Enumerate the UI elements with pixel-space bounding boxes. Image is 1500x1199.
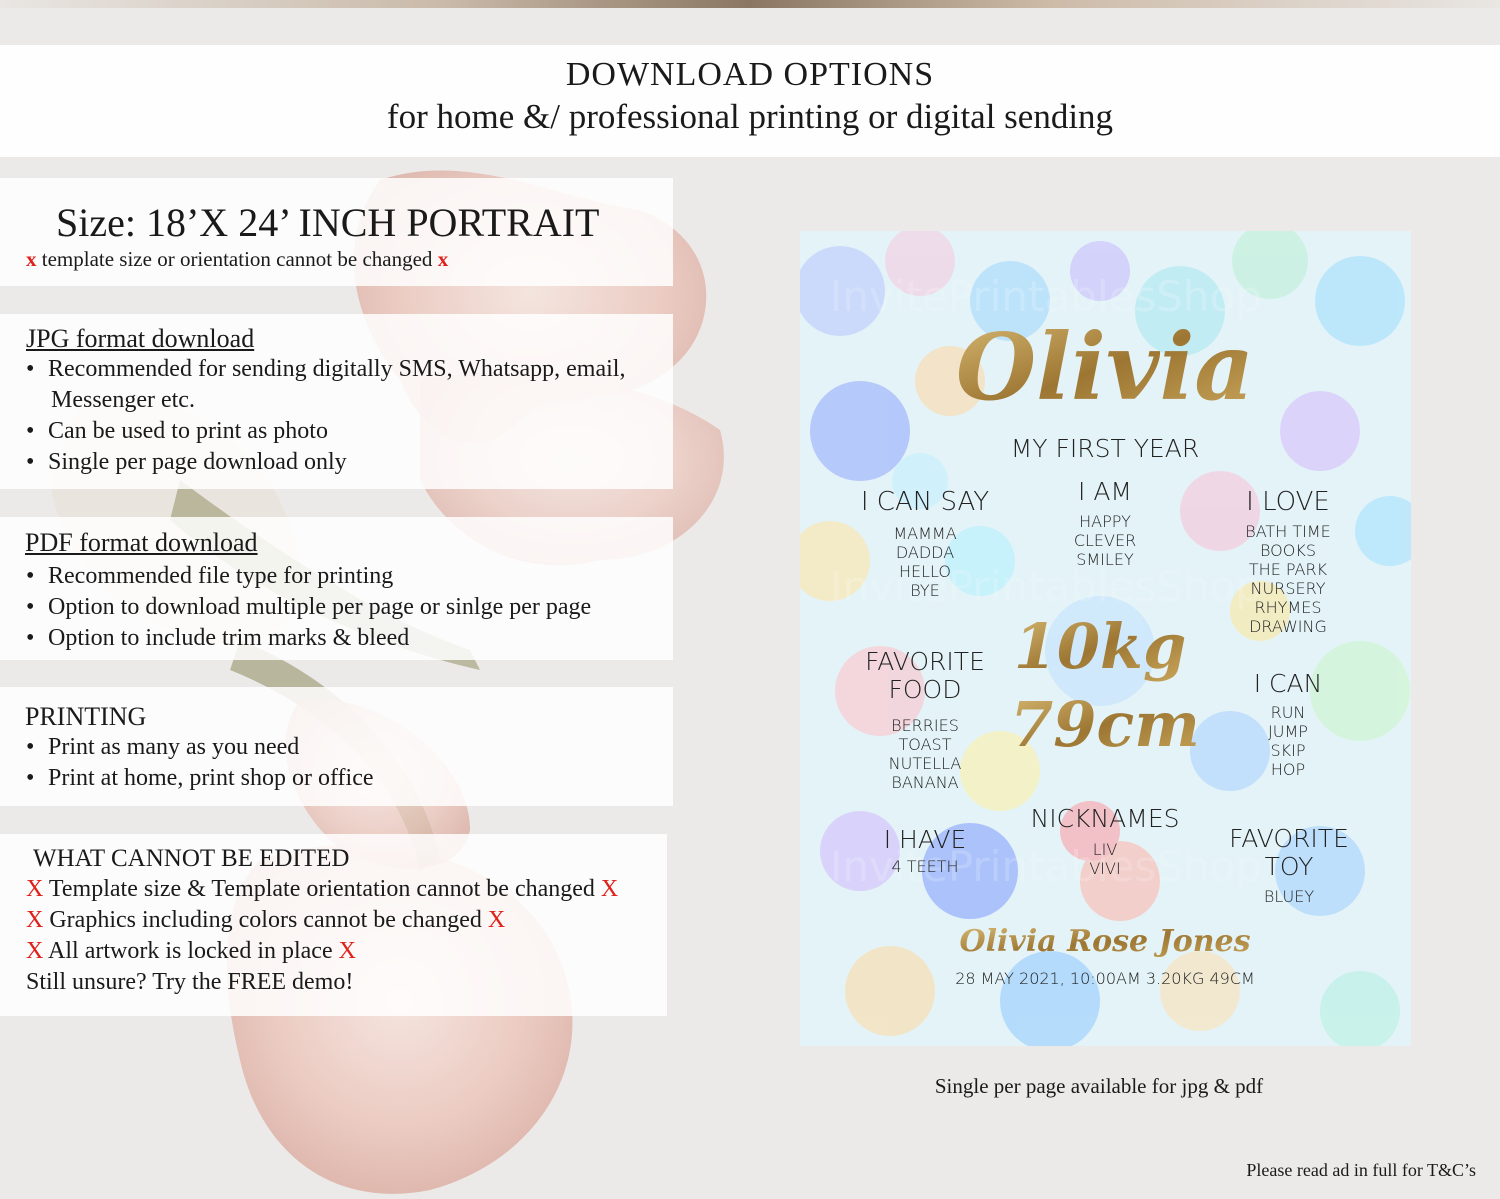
- list-item: BOOKS: [1259, 541, 1317, 560]
- poster-height: 79cm: [1010, 688, 1200, 761]
- restriction-item: X All artwork is locked in place X: [26, 938, 356, 964]
- nicknames-section: NICKNAMES LIV VIVI: [1010, 804, 1200, 878]
- list-item: • Recommended file type for printing: [0, 561, 673, 592]
- top-strip: [0, 0, 1500, 8]
- terms-footer: Please read ad in full for T&C’s: [1246, 1160, 1476, 1180]
- download-options-header: DOWNLOAD OPTIONS for home &/ professiona…: [0, 45, 1500, 157]
- bullet-icon: •: [26, 625, 35, 651]
- size-panel: Size: 18’X 24’ INCH PORTRAIT x template …: [0, 178, 673, 286]
- list-item: SKIP: [1270, 741, 1306, 760]
- x-mark-icon: X: [338, 938, 356, 964]
- favorite-food-section: FAVORITE FOOD BERRIES TOAST NUTELLA BANA…: [840, 647, 1010, 793]
- printing-panel: PRINTING • Print as many as you need • Pri…: [0, 687, 673, 806]
- list-item: HAPPY: [1079, 512, 1131, 531]
- list-item: HELLO: [899, 562, 951, 581]
- list-item: BERRIES: [891, 716, 959, 735]
- pdf-heading: PDF format download: [25, 528, 258, 557]
- bullet-icon: •: [26, 449, 35, 475]
- birth-details: 28 MAY 2021, 10:00AM 3.20KG 49CM: [955, 969, 1255, 988]
- poster-preview: InvitePrintablesShop InvitePrintablesSho…: [800, 231, 1411, 1046]
- i-love-section: I LOVE BATH TIME BOOKS THE PARK NURSERY …: [1208, 486, 1368, 636]
- restriction-item: X Template size & Template orientation c…: [26, 876, 619, 902]
- header-subtitle: for home &/ professional printing or dig…: [386, 97, 1114, 136]
- size-note-text: template size or orientation cannot be c…: [41, 247, 433, 271]
- x-mark-icon: X: [26, 876, 44, 902]
- list-item: • Can be used to print as photo: [0, 416, 673, 447]
- printing-heading: PRINTING: [25, 702, 147, 731]
- poster-name: Olivia: [956, 313, 1254, 421]
- i-love-title: I LOVE: [1246, 487, 1330, 517]
- i-can-title: I CAN: [1253, 669, 1323, 698]
- poster-full-name: Olivia Rose Jones: [960, 924, 1251, 959]
- bokeh-background: InvitePrintablesShop InvitePrintablesSho…: [800, 231, 1411, 1046]
- list-item: LIV: [1092, 840, 1118, 859]
- header-title: DOWNLOAD OPTIONS: [565, 56, 935, 93]
- bullet-icon: •: [26, 356, 35, 382]
- poster-weight: 10kg: [1014, 610, 1187, 683]
- list-item-continuation: Messenger etc.: [51, 387, 195, 413]
- bullet-icon: •: [26, 418, 35, 444]
- i-am-section: I AM HAPPY CLEVER SMILEY: [1030, 476, 1180, 569]
- list-item: DRAWING: [1249, 617, 1327, 636]
- list-item: • Option to download multiple per page or…: [0, 592, 673, 623]
- list-item: DADDA: [895, 543, 955, 562]
- bullet-icon: •: [26, 563, 35, 589]
- size-heading: Size: 18’X 24’ INCH PORTRAIT: [56, 200, 600, 245]
- poster-subtitle: MY FIRST YEAR: [1010, 434, 1200, 463]
- list-item: • Print at home, print shop or office: [0, 763, 673, 794]
- bullet-icon: •: [26, 734, 35, 760]
- jpg-heading: JPG format download: [26, 324, 255, 353]
- cannot-edit-heading: WHAT CANNOT BE EDITED: [33, 845, 350, 872]
- list-item: BYE: [910, 581, 940, 600]
- list-item: NURSERY: [1250, 579, 1326, 598]
- x-mark-icon: X: [26, 907, 44, 933]
- x-mark-icon: X: [487, 907, 506, 933]
- can-say-section: I CAN SAY MAMMA DADDA HELLO BYE: [840, 486, 1010, 600]
- nicknames-title: NICKNAMES: [1030, 804, 1180, 833]
- x-mark-icon: X: [600, 876, 619, 902]
- list-item: MAMMA: [893, 524, 957, 543]
- list-item: HOP: [1270, 760, 1306, 779]
- poster-caption: Single per page available for jpg & pdf: [934, 1074, 1264, 1098]
- list-item: JUMP: [1268, 722, 1308, 741]
- favorite-toy-title: TOY: [1264, 852, 1314, 881]
- list-item: BANANA: [891, 773, 959, 792]
- can-say-title: I CAN SAY: [860, 487, 990, 517]
- list-item: BATH TIME: [1245, 522, 1331, 541]
- favorite-toy-title: FAVORITE: [1229, 824, 1349, 853]
- list-item: BLUEY: [1263, 887, 1315, 906]
- size-note: x template size or orientation cannot be…: [26, 246, 673, 272]
- demo-note: Still unsure? Try the FREE demo!: [26, 969, 354, 995]
- list-item: RHYMES: [1254, 598, 1322, 617]
- list-item: • Single per page download only: [0, 447, 673, 478]
- x-mark-icon: x: [437, 247, 449, 271]
- restriction-item: X Graphics including colors cannot be ch…: [26, 907, 506, 933]
- i-have-section: I HAVE 4 TEETH: [860, 825, 990, 877]
- list-item: THE PARK: [1248, 560, 1328, 579]
- i-have-title: I HAVE: [883, 825, 967, 854]
- list-item: TOAST: [898, 735, 952, 754]
- x-mark-icon: x: [26, 247, 37, 271]
- list-item: • Option to include trim marks & bleed: [0, 623, 673, 654]
- list-item: VIVI: [1089, 859, 1121, 878]
- pdf-panel: PDF format download • Recommended file ty…: [0, 517, 673, 660]
- list-item: CLEVER: [1073, 531, 1137, 550]
- favorite-food-title: FAVORITE: [865, 647, 985, 676]
- list-item: • Print as many as you need: [0, 732, 673, 763]
- list-item: RUN: [1270, 703, 1306, 722]
- x-mark-icon: X: [26, 938, 44, 964]
- list-item: 4 TEETH: [891, 857, 959, 876]
- jpg-panel: JPG format download • Recommended for sen…: [0, 314, 673, 489]
- favorite-toy-section: FAVORITE TOY BLUEY: [1204, 825, 1374, 907]
- list-item: SMILEY: [1076, 550, 1134, 569]
- bullet-icon: •: [26, 765, 35, 791]
- i-am-title: I AM: [1078, 477, 1132, 506]
- bullet-icon: •: [26, 594, 35, 620]
- cannot-edit-panel: WHAT CANNOT BE EDITED X Template size & …: [0, 834, 667, 1016]
- list-item: • Recommended for sending digitally SMS, …: [0, 354, 673, 385]
- i-can-section: I CAN RUN JUMP SKIP HOP: [1218, 669, 1358, 779]
- favorite-food-title: FOOD: [888, 675, 962, 704]
- list-item: NUTELLA: [888, 754, 962, 773]
